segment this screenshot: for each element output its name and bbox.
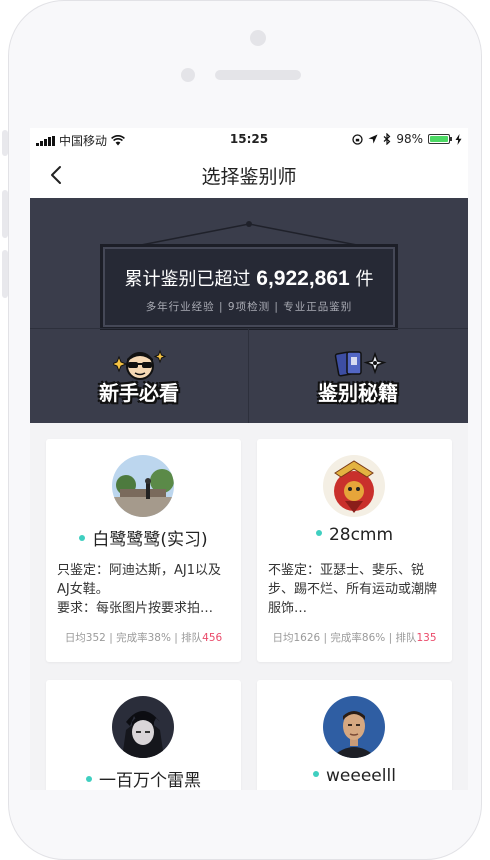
app-screen: 中国移动 15:25 98% 选择鉴别师 累计鉴别已超过 6,922,861 件… xyxy=(30,128,468,790)
feature-label: 鉴别秘籍 xyxy=(318,381,398,405)
online-status-dot xyxy=(315,530,322,536)
appraiser-name: 28cmm xyxy=(328,525,394,545)
online-status-dot xyxy=(79,535,86,541)
battery-fill xyxy=(430,136,448,142)
page-title: 选择鉴别师 xyxy=(201,166,297,188)
avatar-photo-icon xyxy=(112,455,174,517)
appraiser-name-row: 28cmm xyxy=(257,525,452,545)
nav-bar: 选择鉴别师 xyxy=(30,152,468,198)
headline-suffix: 件 xyxy=(355,269,374,290)
volume-up-button xyxy=(2,190,8,238)
appraisal-count: 6,922,861 xyxy=(256,267,350,290)
appraiser-description: 只鉴定：阿迪达斯，AJ1以及AJ女鞋。 要求：每张图片按要求拍… xyxy=(57,561,231,618)
appraiser-name-row: weeeelll xyxy=(257,766,452,786)
appraiser-scope: 不鉴定：亚瑟士、斐乐、锐步、踢不烂、所有运动或潮牌服饰… xyxy=(268,563,438,616)
hanging-board: 累计鉴别已超过 6,922,861 件 多年行业经验 | 9项检测 | 专业正品… xyxy=(96,220,402,330)
daily-average: 日均1626 xyxy=(272,632,321,644)
avatar-portrait-icon xyxy=(323,696,385,758)
online-status-dot xyxy=(313,771,320,777)
stats-banner: 累计鉴别已超过 6,922,861 件 多年行业经验 | 9项检测 | 专业正品… xyxy=(30,198,468,423)
banner-subtitle: 多年行业经验 | 9项检测 | 专业正品鉴别 xyxy=(145,301,353,313)
queue-count: 456 xyxy=(202,632,223,644)
queue-label: 排队 xyxy=(181,632,203,644)
appraiser-name-row: 白鹭鹭鹭(实习) xyxy=(46,525,241,550)
mute-switch xyxy=(2,130,8,156)
appraiser-card[interactable]: weeeelll xyxy=(257,680,452,790)
appraiser-stats: 日均1626 | 完成率86% | 排队135 xyxy=(272,632,437,644)
status-bar: 中国移动 15:25 98% xyxy=(30,128,468,152)
appraiser-requirement: 要求：每张图片按要求拍… xyxy=(57,601,214,616)
avatar xyxy=(323,696,385,758)
feature-label: 新手必看 xyxy=(99,381,179,405)
location-icon xyxy=(368,134,378,144)
avatar-illustration-icon xyxy=(323,455,385,517)
avatar xyxy=(112,455,174,517)
online-status-dot xyxy=(86,776,92,782)
appraiser-card[interactable]: 一百万个雷黑 xyxy=(46,680,241,790)
appraiser-name: weeeelll xyxy=(326,766,396,786)
avatar xyxy=(112,696,174,758)
headline-prefix: 累计鉴别已超过 xyxy=(124,269,251,290)
volume-down-button xyxy=(2,250,8,298)
queue-label: 排队 xyxy=(395,632,417,644)
completion-rate: 完成率86% xyxy=(330,632,386,644)
rotation-lock-icon xyxy=(352,133,363,145)
front-camera xyxy=(250,30,266,46)
appraiser-card[interactable]: 28cmm 不鉴定：亚瑟士、斐乐、锐步、踢不烂、所有运动或潮牌服饰… 日均162… xyxy=(257,439,452,662)
battery-percent: 98% xyxy=(396,132,423,146)
appraiser-card[interactable]: 白鹭鹭鹭(实习) 只鉴定：阿迪达斯，AJ1以及AJ女鞋。 要求：每张图片按要求拍… xyxy=(46,439,241,662)
proximity-sensor xyxy=(181,68,195,82)
avatar-anime-icon xyxy=(112,696,174,758)
completion-rate: 完成率38% xyxy=(116,632,171,644)
cool-face-sparkle-icon xyxy=(113,349,167,380)
appraiser-stats: 日均352 | 完成率38% | 排队456 xyxy=(64,632,223,644)
battery-icon xyxy=(428,134,452,144)
queue-count: 135 xyxy=(416,632,437,644)
cards-shuriken-icon xyxy=(334,351,387,377)
appraiser-name-row: 一百万个雷黑 xyxy=(46,766,241,790)
appraisal-tips-button[interactable]: 鉴别秘籍 xyxy=(249,329,467,423)
appraiser-scope: 只鉴定：阿迪达斯，AJ1以及AJ女鞋。 xyxy=(57,563,221,597)
appraisal-count-headline: 累计鉴别已超过 6,922,861 件 xyxy=(103,265,395,291)
newbie-guide-button[interactable]: 新手必看 xyxy=(30,329,248,423)
appraiser-name: 白鹭鹭鹭(实习) xyxy=(92,530,208,550)
hanging-wire-icon xyxy=(135,221,363,246)
charging-bolt-icon xyxy=(455,133,462,145)
appraiser-name: 一百万个雷黑 xyxy=(99,771,201,790)
daily-average: 日均352 xyxy=(64,632,106,644)
earpiece-speaker xyxy=(215,70,301,80)
counter-board: 累计鉴别已超过 6,922,861 件 多年行业经验 | 9项检测 | 专业正品… xyxy=(100,244,398,330)
avatar xyxy=(323,455,385,517)
bluetooth-icon xyxy=(383,133,391,145)
appraiser-description: 不鉴定：亚瑟士、斐乐、锐步、踢不烂、所有运动或潮牌服饰… xyxy=(268,561,442,618)
